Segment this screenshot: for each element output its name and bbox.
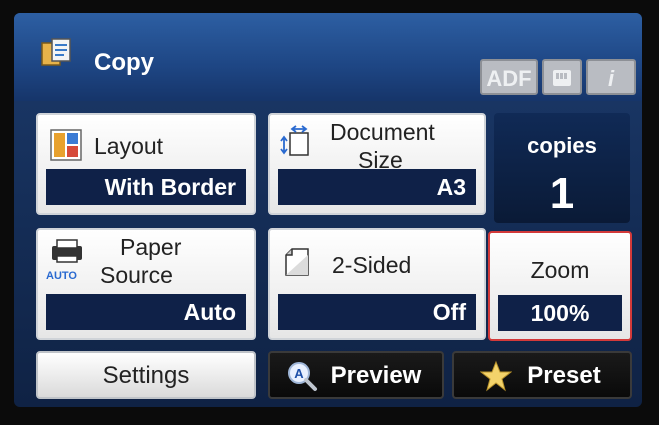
preset-button[interactable]: Preset (452, 351, 632, 399)
zoom-label: Zoom (530, 257, 590, 283)
printer-icon (52, 239, 82, 263)
document-size-value: A3 (278, 169, 476, 205)
document-size-tile[interactable]: Document Size A3 (268, 113, 486, 215)
adf-status-icon: ADF (480, 59, 538, 95)
paper-source-tile[interactable]: AUTO Paper Source Auto (36, 228, 256, 340)
preview-button[interactable]: A Preview (268, 351, 444, 399)
layout-icon (50, 129, 82, 161)
copy-icon (41, 38, 71, 66)
printer-screen: Copy ADF i Layout With Border Document S… (14, 13, 642, 407)
zoom-tile[interactable]: Zoom 100% (488, 231, 632, 341)
info-icon[interactable]: i (586, 59, 636, 95)
auto-badge: AUTO (46, 270, 77, 282)
document-size-label-line1: Document (330, 119, 435, 145)
layout-tile[interactable]: Layout With Border (36, 113, 256, 215)
page-title: Copy (94, 49, 154, 76)
preview-label: Preview (330, 362, 422, 389)
memory-card-status-icon (542, 59, 582, 95)
layout-value: With Border (46, 169, 246, 205)
paper-source-label-line2: Source (100, 262, 173, 288)
paper-source-value: Auto (46, 294, 246, 330)
title-bar: Copy ADF i (14, 13, 642, 101)
paper-source-label-line1: Paper (120, 234, 182, 260)
two-sided-tile[interactable]: 2-Sided Off (268, 228, 486, 340)
copies-count: 1 (549, 169, 575, 218)
two-sided-label: 2-Sided (332, 252, 412, 278)
svg-text:A: A (294, 366, 304, 381)
copies-counter[interactable]: copies 1 (494, 113, 630, 223)
star-icon (480, 360, 512, 392)
zoom-value: 100% (498, 295, 622, 331)
settings-button[interactable]: Settings (36, 351, 256, 399)
copies-label: copies (527, 133, 597, 158)
document-size-icon (280, 125, 309, 156)
preview-icon: A (288, 362, 317, 391)
layout-label: Layout (94, 133, 164, 159)
two-sided-icon (285, 248, 309, 276)
two-sided-value: Off (278, 294, 476, 330)
preset-label: Preset (527, 362, 601, 389)
